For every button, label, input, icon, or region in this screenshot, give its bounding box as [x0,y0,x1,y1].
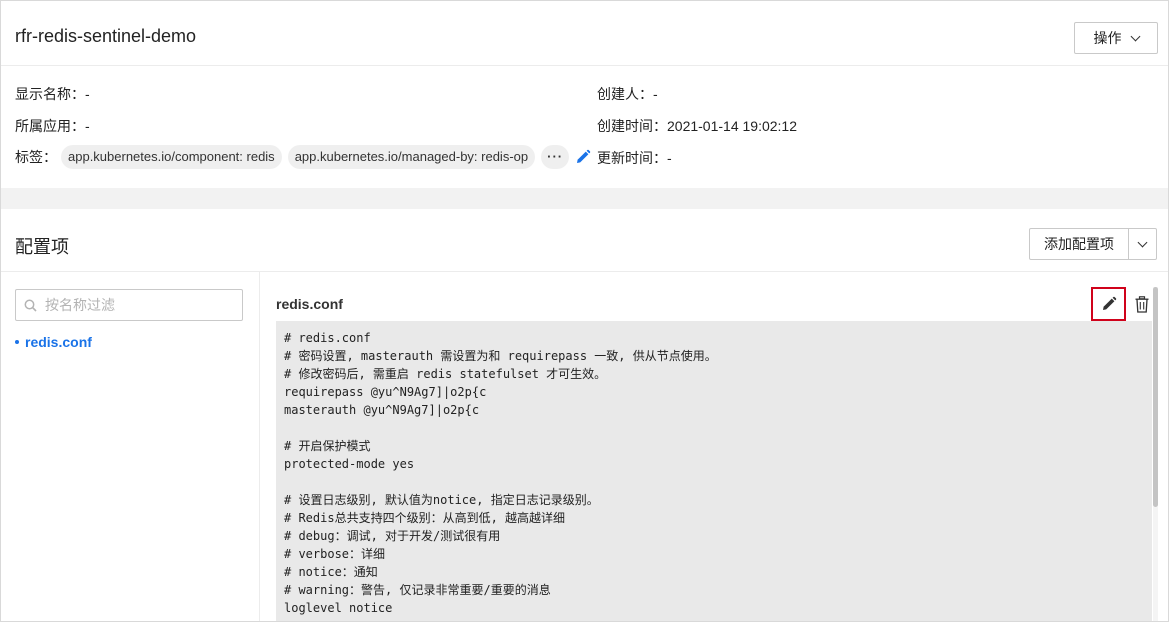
code-line: masterauth @yu^N9Ag7]|o2p{c [284,403,480,417]
code-line: # 开启保护模式 [284,439,371,453]
edit-tags-pencil-icon[interactable] [575,149,591,165]
delete-config-button[interactable] [1132,293,1152,315]
meta-app: 所属应用：- [15,116,90,136]
meta-creator: 创建人：- [597,84,658,104]
chevron-down-icon [1137,237,1148,247]
pencil-icon [1102,296,1116,310]
tag-chip: app.kubernetes.io/managed-by: redis-op [287,145,536,169]
filter-input[interactable] [45,297,225,313]
actions-dropdown-button[interactable]: 操作 [1074,22,1158,54]
meta-label: 创建人： [597,86,653,102]
meta-label: 创建时间： [597,118,667,134]
meta-tags: 标签： app.kubernetes.io/component: redis a… [15,145,591,169]
page-title: rfr-redis-sentinel-demo [15,26,197,46]
config-list-item[interactable]: redis.conf [15,334,92,350]
add-config-button-group: 添加配置项 [1029,228,1157,260]
config-list-pane: redis.conf [1,272,260,621]
code-line: # verbose：详细 [284,547,386,561]
add-config-dropdown[interactable] [1129,228,1157,260]
edit-config-button[interactable] [1091,287,1126,321]
config-section-title: 配置项 [15,237,69,257]
bullet-icon [15,340,19,344]
section-separator [1,188,1168,209]
meta-label: 标签： [15,149,57,165]
code-line: # 密码设置, masterauth 需设置为和 requirepass 一致,… [284,349,717,363]
trash-icon [1135,295,1149,313]
code-line: # 修改密码后, 需重启 redis statefulset 才可生效。 [284,367,607,381]
code-line: # Redis总共支持四个级别：从高到低, 越高越详细 [284,511,566,525]
filter-field[interactable] [15,289,243,321]
code-line: # notice：通知 [284,565,378,579]
meta-created-time: 创建时间：2021-01-14 19:02:12 [597,116,797,136]
code-line: # 设置日志级别, 默认值为notice, 指定日志记录级别。 [284,493,599,507]
add-config-button[interactable]: 添加配置项 [1029,228,1129,260]
code-line: protected-mode yes [284,457,415,471]
detail-page: rfr-redis-sentinel-demo 操作 显示名称：- 所属应用：-… [0,0,1169,622]
code-line: # redis.conf [284,331,371,345]
code-line: loglevel notice [284,601,393,615]
content-scrollbar-thumb[interactable] [1153,287,1158,507]
meta-value: - [85,86,90,102]
actions-button-label: 操作 [1093,30,1122,46]
meta-value: - [85,118,90,134]
header-divider [1,65,1168,66]
meta-label: 显示名称： [15,86,85,102]
meta-value: 2021-01-14 19:02:12 [667,118,797,134]
search-icon [24,299,37,312]
config-list-item-label: redis.conf [25,334,92,350]
config-file-name: redis.conf [276,296,343,312]
config-content-viewer: # redis.conf # 密码设置, masterauth 需设置为和 re… [276,321,1152,621]
meta-value: - [653,86,658,102]
meta-label: 所属应用： [15,118,85,134]
code-line: # debug：调试, 对于开发/测试很有用 [284,529,501,543]
tag-chip: app.kubernetes.io/component: redis [61,145,282,169]
meta-label: 更新时间： [597,150,667,166]
code-line: # warning：警告, 仅记录非常重要/重要的消息 [284,583,551,597]
meta-value: - [667,150,672,166]
more-tags-button[interactable]: ··· [541,145,570,169]
chevron-down-icon [1130,31,1140,41]
meta-updated-time: 更新时间：- [597,148,672,168]
meta-display-name: 显示名称：- [15,84,90,104]
code-line: requirepass @yu^N9Ag7]|o2p{c [284,385,487,399]
